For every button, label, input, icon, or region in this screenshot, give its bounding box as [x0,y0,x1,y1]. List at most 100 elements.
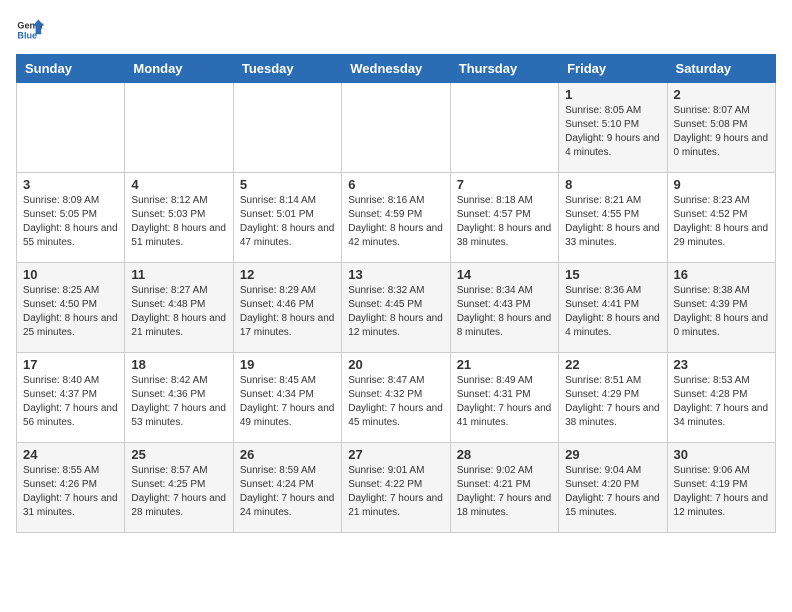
calendar-cell: 26 Sunrise: 8:59 AM Sunset: 4:24 PM Dayli… [233,443,341,533]
day-info: Sunrise: 9:01 AM Sunset: 4:22 PM Dayligh… [348,464,443,520]
weekday-header-thursday: Thursday [450,55,558,83]
week-row-2: 3 Sunrise: 8:09 AM Sunset: 5:05 PM Daylig… [17,173,776,263]
day-number: 14 [457,267,552,282]
calendar-cell: 19 Sunrise: 8:45 AM Sunset: 4:34 PM Dayli… [233,353,341,443]
day-info: Sunrise: 9:04 AM Sunset: 4:20 PM Dayligh… [565,464,660,520]
day-number: 22 [565,357,660,372]
day-number: 12 [240,267,335,282]
calendar-cell [17,83,125,173]
day-number: 3 [23,177,118,192]
day-info: Sunrise: 8:45 AM Sunset: 4:34 PM Dayligh… [240,374,335,430]
calendar-cell [342,83,450,173]
day-number: 4 [131,177,226,192]
day-number: 26 [240,447,335,462]
calendar-cell: 28 Sunrise: 9:02 AM Sunset: 4:21 PM Dayli… [450,443,558,533]
day-info: Sunrise: 8:05 AM Sunset: 5:10 PM Dayligh… [565,104,660,160]
day-number: 19 [240,357,335,372]
calendar-cell: 3 Sunrise: 8:09 AM Sunset: 5:05 PM Daylig… [17,173,125,263]
calendar-cell: 20 Sunrise: 8:47 AM Sunset: 4:32 PM Dayli… [342,353,450,443]
day-number: 18 [131,357,226,372]
calendar-cell [233,83,341,173]
calendar-table: SundayMondayTuesdayWednesdayThursdayFrid… [16,54,776,533]
logo-icon: General Blue [16,16,44,44]
calendar-cell: 11Sunrise: 8:27 AM Sunset: 4:48 PM Dayli… [125,263,233,353]
calendar-cell: 13 Sunrise: 8:32 AM Sunset: 4:45 PM Dayli… [342,263,450,353]
calendar-cell: 10 Sunrise: 8:25 AM Sunset: 4:50 PM Dayli… [17,263,125,353]
calendar-cell: 24 Sunrise: 8:55 AM Sunset: 4:26 PM Dayli… [17,443,125,533]
weekday-header-friday: Friday [559,55,667,83]
day-info: Sunrise: 8:42 AM Sunset: 4:36 PM Dayligh… [131,374,226,430]
day-info: Sunrise: 8:59 AM Sunset: 4:24 PM Dayligh… [240,464,335,520]
calendar-cell: 17 Sunrise: 8:40 AM Sunset: 4:37 PM Dayli… [17,353,125,443]
day-number: 1 [565,87,660,102]
day-info: Sunrise: 8:40 AM Sunset: 4:37 PM Dayligh… [23,374,118,430]
calendar-cell: 14 Sunrise: 8:34 AM Sunset: 4:43 PM Dayli… [450,263,558,353]
day-number: 16 [674,267,769,282]
weekday-header-saturday: Saturday [667,55,775,83]
day-info: Sunrise: 8:21 AM Sunset: 4:55 PM Dayligh… [565,194,660,250]
day-info: Sunrise: 8:53 AM Sunset: 4:28 PM Dayligh… [674,374,769,430]
day-number: 30 [674,447,769,462]
calendar-cell: 6Sunrise: 8:16 AM Sunset: 4:59 PM Daylig… [342,173,450,263]
day-number: 28 [457,447,552,462]
header: General Blue [16,16,776,44]
day-number: 24 [23,447,118,462]
calendar-cell: 12 Sunrise: 8:29 AM Sunset: 4:46 PM Dayli… [233,263,341,353]
calendar-cell: 18 Sunrise: 8:42 AM Sunset: 4:36 PM Dayli… [125,353,233,443]
day-number: 5 [240,177,335,192]
week-row-1: 1 Sunrise: 8:05 AM Sunset: 5:10 PM Daylig… [17,83,776,173]
day-info: Sunrise: 8:23 AM Sunset: 4:52 PM Dayligh… [674,194,769,250]
day-number: 17 [23,357,118,372]
day-number: 13 [348,267,443,282]
day-info: Sunrise: 9:02 AM Sunset: 4:21 PM Dayligh… [457,464,552,520]
day-info: Sunrise: 8:47 AM Sunset: 4:32 PM Dayligh… [348,374,443,430]
day-number: 29 [565,447,660,462]
day-number: 11 [131,267,226,282]
day-number: 8 [565,177,660,192]
day-info: Sunrise: 8:16 AM Sunset: 4:59 PM Dayligh… [348,194,443,250]
day-info: Sunrise: 8:25 AM Sunset: 4:50 PM Dayligh… [23,284,118,340]
svg-text:Blue: Blue [17,30,37,40]
calendar-cell: 21Sunrise: 8:49 AM Sunset: 4:31 PM Dayli… [450,353,558,443]
calendar-cell: 29 Sunrise: 9:04 AM Sunset: 4:20 PM Dayli… [559,443,667,533]
calendar-cell: 9 Sunrise: 8:23 AM Sunset: 4:52 PM Daylig… [667,173,775,263]
calendar-cell: 27Sunrise: 9:01 AM Sunset: 4:22 PM Dayli… [342,443,450,533]
day-info: Sunrise: 8:09 AM Sunset: 5:05 PM Dayligh… [23,194,118,250]
day-number: 15 [565,267,660,282]
day-number: 9 [674,177,769,192]
day-number: 23 [674,357,769,372]
calendar-cell: 4 Sunrise: 8:12 AM Sunset: 5:03 PM Daylig… [125,173,233,263]
weekday-header-row: SundayMondayTuesdayWednesdayThursdayFrid… [17,55,776,83]
day-info: Sunrise: 8:32 AM Sunset: 4:45 PM Dayligh… [348,284,443,340]
calendar-cell: 7Sunrise: 8:18 AM Sunset: 4:57 PM Daylig… [450,173,558,263]
calendar-cell: 15 Sunrise: 8:36 AM Sunset: 4:41 PM Dayli… [559,263,667,353]
calendar-cell: 1 Sunrise: 8:05 AM Sunset: 5:10 PM Daylig… [559,83,667,173]
weekday-header-wednesday: Wednesday [342,55,450,83]
day-info: Sunrise: 8:38 AM Sunset: 4:39 PM Dayligh… [674,284,769,340]
day-number: 10 [23,267,118,282]
day-info: Sunrise: 8:29 AM Sunset: 4:46 PM Dayligh… [240,284,335,340]
day-number: 21 [457,357,552,372]
day-info: Sunrise: 9:06 AM Sunset: 4:19 PM Dayligh… [674,464,769,520]
calendar-cell: 25Sunrise: 8:57 AM Sunset: 4:25 PM Dayli… [125,443,233,533]
week-row-5: 24 Sunrise: 8:55 AM Sunset: 4:26 PM Dayli… [17,443,776,533]
day-number: 20 [348,357,443,372]
day-info: Sunrise: 8:36 AM Sunset: 4:41 PM Dayligh… [565,284,660,340]
day-info: Sunrise: 8:12 AM Sunset: 5:03 PM Dayligh… [131,194,226,250]
day-info: Sunrise: 8:55 AM Sunset: 4:26 PM Dayligh… [23,464,118,520]
calendar-cell: 2Sunrise: 8:07 AM Sunset: 5:08 PM Daylig… [667,83,775,173]
calendar-cell: 30 Sunrise: 9:06 AM Sunset: 4:19 PM Dayli… [667,443,775,533]
calendar-cell: 16 Sunrise: 8:38 AM Sunset: 4:39 PM Dayli… [667,263,775,353]
day-info: Sunrise: 8:51 AM Sunset: 4:29 PM Dayligh… [565,374,660,430]
week-row-4: 17 Sunrise: 8:40 AM Sunset: 4:37 PM Dayli… [17,353,776,443]
day-info: Sunrise: 8:14 AM Sunset: 5:01 PM Dayligh… [240,194,335,250]
weekday-header-tuesday: Tuesday [233,55,341,83]
calendar-cell [125,83,233,173]
day-info: Sunrise: 8:07 AM Sunset: 5:08 PM Dayligh… [674,104,769,160]
week-row-3: 10 Sunrise: 8:25 AM Sunset: 4:50 PM Dayli… [17,263,776,353]
calendar-cell: 23 Sunrise: 8:53 AM Sunset: 4:28 PM Dayli… [667,353,775,443]
day-info: Sunrise: 8:57 AM Sunset: 4:25 PM Dayligh… [131,464,226,520]
day-info: Sunrise: 8:34 AM Sunset: 4:43 PM Dayligh… [457,284,552,340]
day-info: Sunrise: 8:18 AM Sunset: 4:57 PM Dayligh… [457,194,552,250]
calendar-cell [450,83,558,173]
